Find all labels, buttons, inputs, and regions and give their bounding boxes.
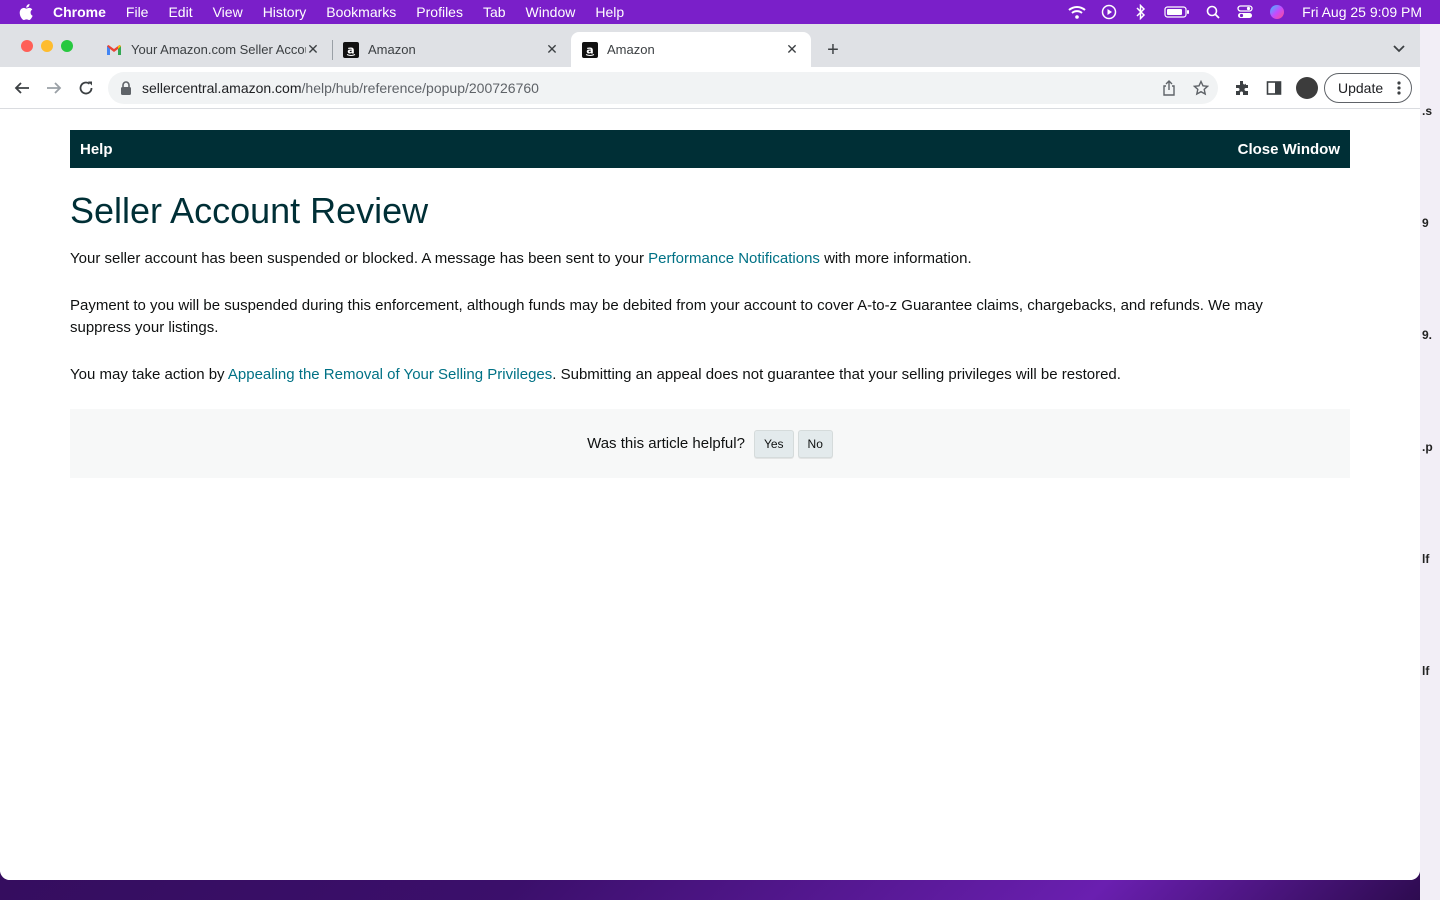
close-window-dot[interactable] — [21, 40, 33, 52]
menu-chrome[interactable]: Chrome — [53, 4, 106, 20]
p3-text-before: You may take action by — [70, 366, 228, 383]
desktop-text-fragment: lf — [1422, 552, 1430, 566]
update-button[interactable]: Update — [1324, 73, 1412, 103]
payment-paragraph: Payment to you will be suspended during … — [70, 297, 1263, 336]
minimize-window-dot[interactable] — [41, 40, 53, 52]
url-host: sellercentral.amazon.com — [142, 80, 302, 96]
amazon-icon: a — [343, 41, 359, 58]
url-path: /help/hub/reference/popup/200726760 — [301, 80, 539, 96]
back-arrow-icon[interactable] — [13, 79, 31, 97]
menu-file[interactable]: File — [126, 4, 149, 20]
control-center-icon[interactable] — [1236, 4, 1254, 20]
side-panel-icon[interactable] — [1264, 78, 1284, 98]
close-tab-icon[interactable]: ✕ — [545, 42, 559, 56]
close-tab-icon[interactable]: ✕ — [785, 42, 799, 56]
forward-arrow-icon[interactable] — [45, 79, 63, 97]
appeal-paragraph: You may take action by Appealing the Rem… — [70, 364, 1270, 386]
menu-profiles[interactable]: Profiles — [416, 4, 463, 20]
battery-icon[interactable] — [1164, 4, 1190, 20]
desktop-text-fragment: lf — [1422, 664, 1430, 678]
browser-toolbar: sellercentral.amazon.com/help/hub/refere… — [0, 67, 1420, 109]
menu-edit[interactable]: Edit — [168, 4, 192, 20]
gmail-icon — [106, 42, 122, 58]
apple-menu-icon[interactable] — [19, 4, 35, 20]
close-window-link[interactable]: Close Window — [1238, 141, 1340, 158]
suspension-paragraph: Your seller account has been suspended o… — [70, 248, 1270, 270]
menu-bookmarks[interactable]: Bookmarks — [326, 4, 396, 20]
p1-text-after: with more information. — [819, 250, 972, 267]
lock-icon[interactable] — [120, 81, 134, 95]
page-title: Seller Account Review — [70, 190, 429, 231]
tab-title: Your Amazon.com Seller Account — [131, 42, 306, 57]
window-controls — [21, 40, 81, 52]
feedback-question: Was this article helpful? — [587, 435, 745, 452]
update-label: Update — [1338, 80, 1384, 96]
p1-text-before: Your seller account has been suspended o… — [70, 250, 649, 267]
menu-view[interactable]: View — [213, 4, 243, 20]
profile-avatar[interactable] — [1296, 77, 1318, 99]
tab-title: Amazon — [368, 42, 416, 57]
status-area: Fri Aug 25 9:09 PM — [1054, 0, 1422, 24]
close-tab-icon[interactable]: ✕ — [306, 42, 320, 56]
macos-menu-bar: Chrome File Edit View History Bookmarks … — [0, 0, 1440, 24]
spotlight-search-icon[interactable] — [1204, 4, 1222, 20]
desktop-background-strip: .s 9 9. .p lf lf — [1420, 24, 1440, 900]
menu-window[interactable]: Window — [526, 4, 576, 20]
bluetooth-icon[interactable] — [1132, 4, 1150, 20]
new-tab-plus-icon[interactable]: + — [823, 40, 843, 60]
help-label: Help — [80, 141, 113, 158]
play-circle-icon[interactable] — [1100, 4, 1118, 20]
menu-help[interactable]: Help — [595, 4, 624, 20]
url-text: sellercentral.amazon.com/help/hub/refere… — [142, 80, 539, 96]
tab-title: Amazon — [607, 42, 655, 57]
desktop-text-fragment: .p — [1422, 440, 1433, 454]
desktop-text-fragment: 9. — [1422, 328, 1433, 342]
p3-text-after: . Submitting an appeal does not guarante… — [552, 366, 1121, 383]
no-button[interactable]: No — [797, 429, 833, 458]
tab-amazon[interactable]: a Amazon ✕ — [333, 32, 571, 67]
tab-search-chevron-icon[interactable] — [1392, 41, 1406, 55]
reload-icon[interactable] — [77, 79, 95, 97]
more-menu-icon[interactable] — [1397, 80, 1401, 96]
performance-notifications-link[interactable]: Performance Notifications — [648, 250, 820, 267]
bookmark-star-icon[interactable] — [1192, 79, 1210, 97]
toolbar-right — [1232, 77, 1326, 99]
feedback-box: Was this article helpful? Yes No — [70, 409, 1350, 478]
menu-history[interactable]: History — [263, 4, 307, 20]
omnibox-actions — [1146, 79, 1210, 97]
address-bar[interactable]: sellercentral.amazon.com/help/hub/refere… — [108, 72, 1218, 104]
page-content: Help Close Window Seller Account Review … — [0, 110, 1420, 880]
tab-amazon-active[interactable]: a Amazon ✕ — [571, 32, 811, 67]
menu-tab[interactable]: Tab — [483, 4, 506, 20]
browser-window: Your Amazon.com Seller Account ✕ a Amazo… — [0, 24, 1420, 880]
fullscreen-window-dot[interactable] — [61, 40, 73, 52]
tab-gmail[interactable]: Your Amazon.com Seller Account ✕ — [96, 32, 332, 67]
extensions-puzzle-icon[interactable] — [1232, 78, 1252, 98]
wifi-icon[interactable] — [1068, 4, 1086, 20]
yes-button[interactable]: Yes — [753, 429, 794, 458]
share-icon[interactable] — [1160, 79, 1178, 97]
help-header-bar: Help Close Window — [70, 130, 1350, 168]
desktop-text-fragment: 9 — [1422, 216, 1429, 230]
amazon-icon: a — [582, 41, 598, 58]
siri-icon[interactable] — [1268, 4, 1286, 20]
desktop-text-fragment: .s — [1422, 104, 1433, 118]
menubar-clock[interactable]: Fri Aug 25 9:09 PM — [1302, 4, 1422, 20]
appeal-removal-link[interactable]: Appealing the Removal of Your Selling Pr… — [228, 366, 552, 383]
tab-strip: Your Amazon.com Seller Account ✕ a Amazo… — [0, 24, 1420, 67]
